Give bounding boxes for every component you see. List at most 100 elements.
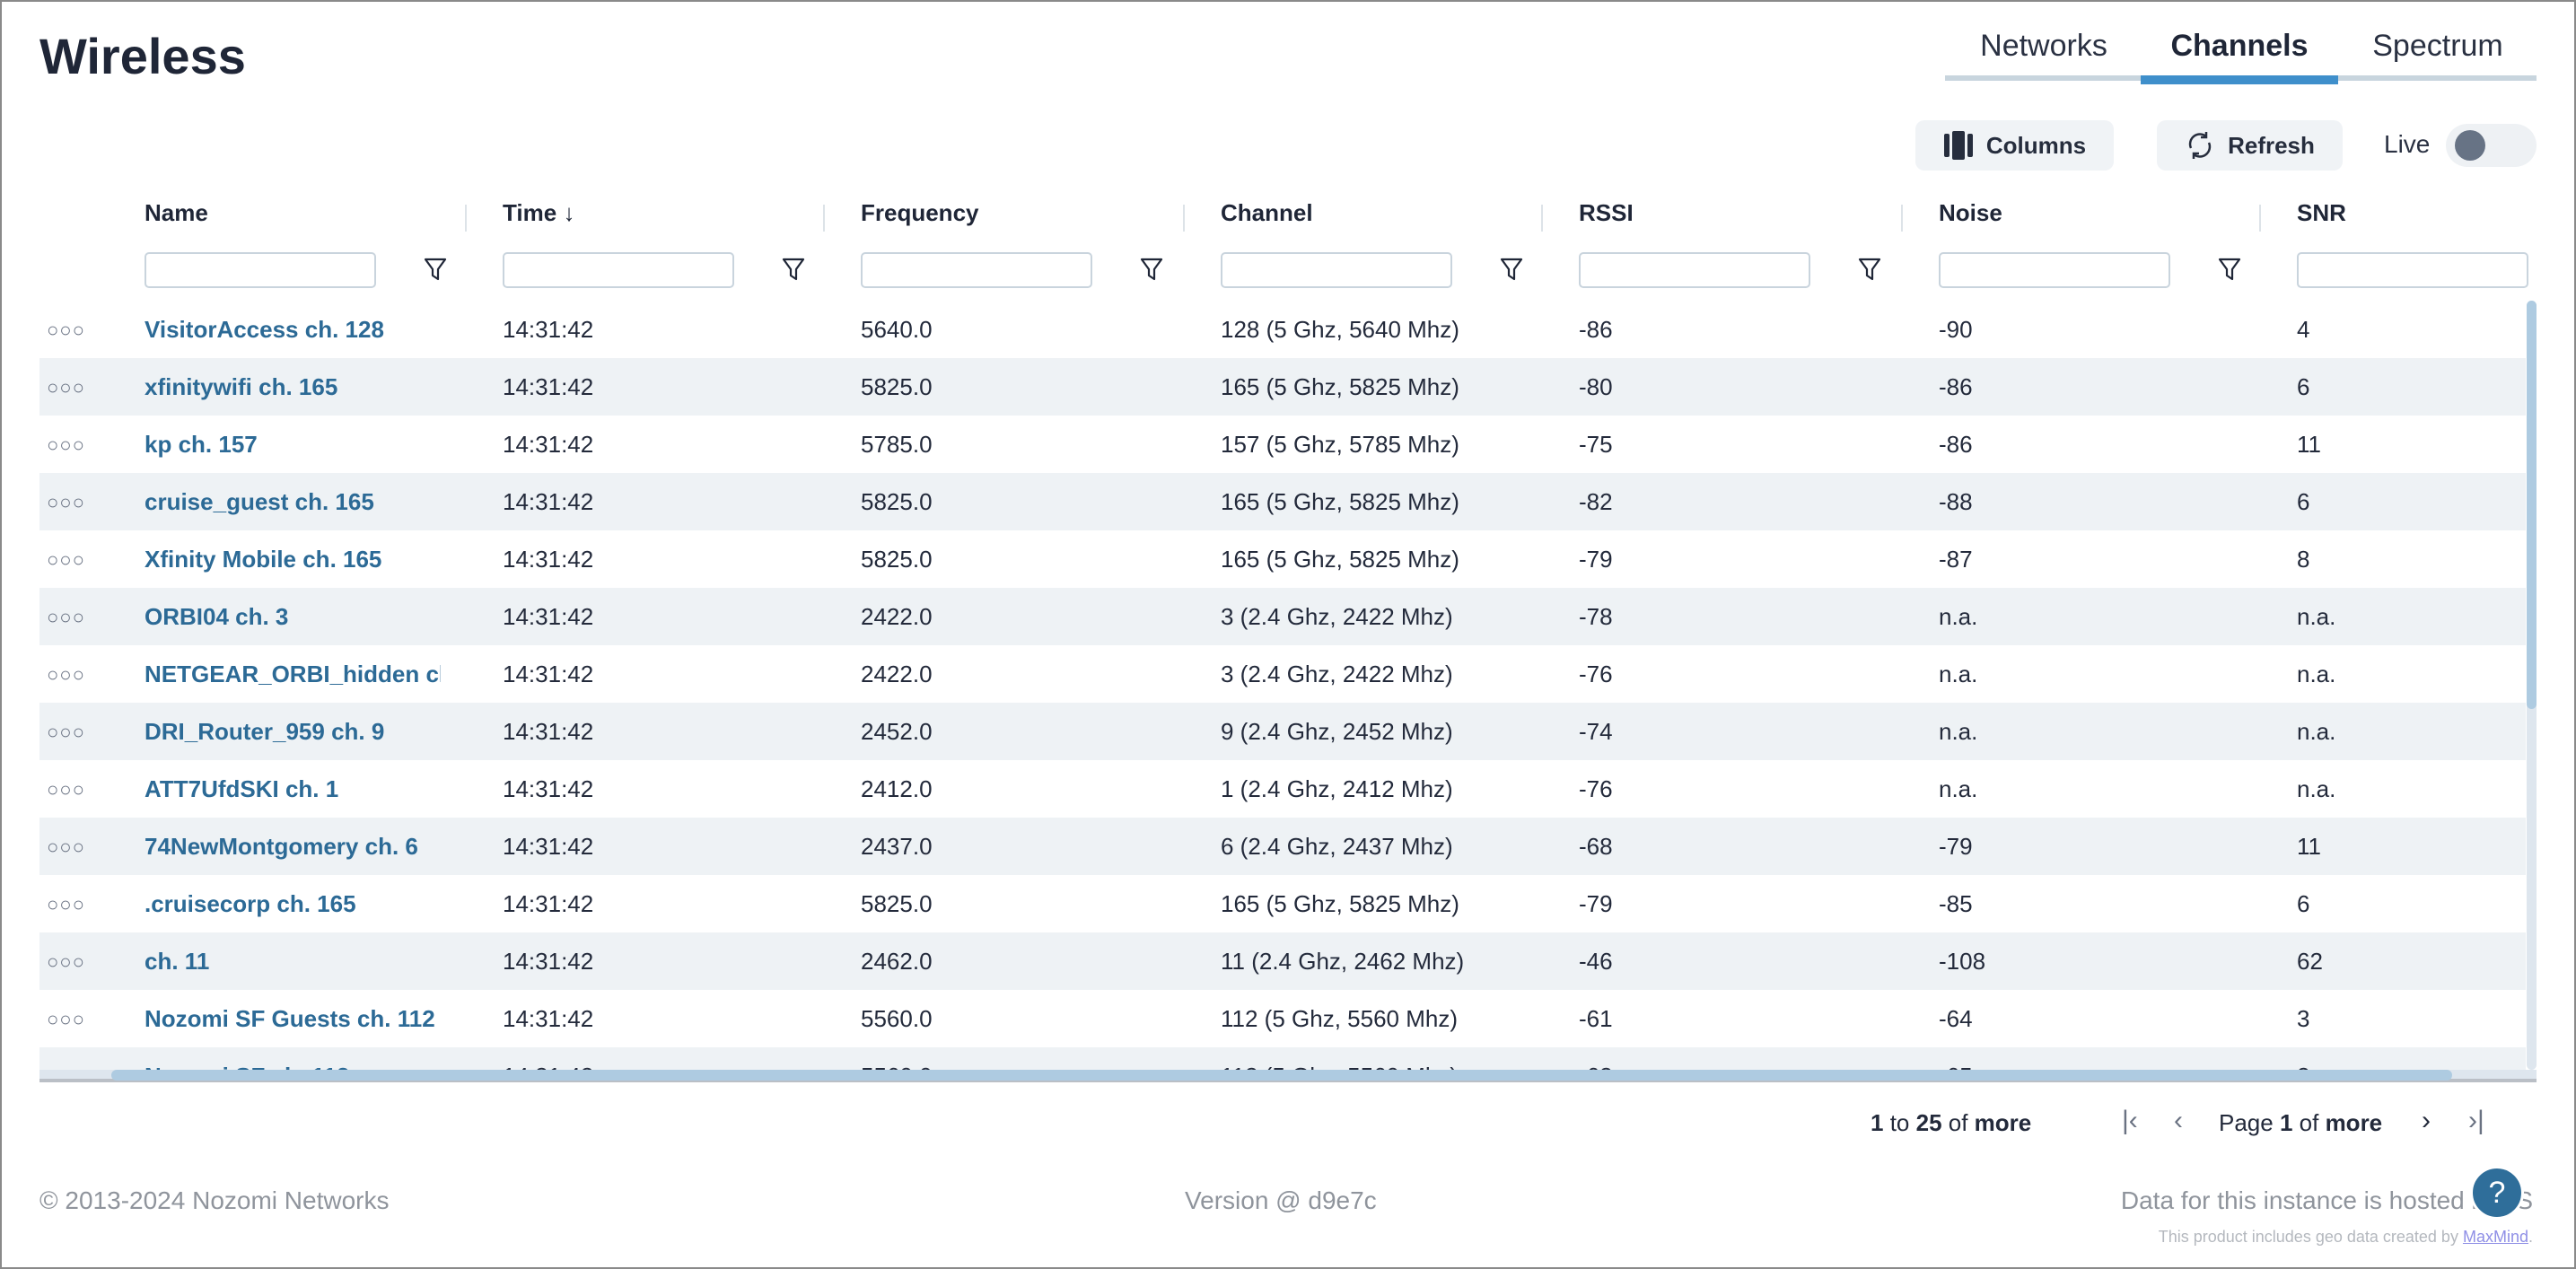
columns-button[interactable]: Columns bbox=[1915, 120, 2114, 171]
table-row[interactable]: ○○○ ch. 11 14:31:42 2462.0 11 (2.4 Ghz, 2462… bbox=[39, 932, 2526, 990]
row-actions-icon[interactable]: ○○○ bbox=[47, 606, 85, 629]
tab-channels[interactable]: Channels bbox=[2141, 29, 2338, 84]
cell-name[interactable]: ORBI04 ch. 3 bbox=[145, 603, 441, 631]
cell-name[interactable]: VisitorAccess ch. 128 bbox=[145, 316, 441, 344]
table-row[interactable]: ○○○ NETGEAR_ORBI_hidden ch. 3 14:31:42 2422… bbox=[39, 645, 2526, 703]
row-actions-icon[interactable]: ○○○ bbox=[47, 721, 85, 744]
filter-icon[interactable] bbox=[2218, 257, 2241, 282]
page-label: Page bbox=[2219, 1109, 2280, 1136]
row-actions-icon[interactable]: ○○○ bbox=[47, 778, 85, 801]
column-resize-handle[interactable] bbox=[1541, 205, 1543, 232]
filter-input-rssi[interactable] bbox=[1579, 252, 1810, 288]
cell-name[interactable]: DRI_Router_959 ch. 9 bbox=[145, 718, 441, 746]
cell-name[interactable]: Nozomi SF Guests ch. 112 bbox=[145, 1005, 441, 1033]
cell-snr: 6 bbox=[2297, 890, 2310, 917]
cell-name[interactable]: 74NewMontgomery ch. 6 bbox=[145, 833, 441, 861]
filter-icon[interactable] bbox=[782, 257, 805, 282]
filter-input-noise[interactable] bbox=[1939, 252, 2170, 288]
cell-channel: 9 (2.4 Ghz, 2452 Mhz) bbox=[1221, 718, 1453, 745]
maxmind-link[interactable]: MaxMind bbox=[2463, 1228, 2528, 1246]
filter-input-frequency[interactable] bbox=[861, 252, 1092, 288]
cell-channel: 165 (5 Ghz, 5825 Mhz) bbox=[1221, 488, 1459, 515]
table-row[interactable]: ○○○ xfinitywifi ch. 165 14:31:42 5825.0 165 … bbox=[39, 358, 2526, 416]
column-header-frequency[interactable]: Frequency bbox=[861, 199, 979, 227]
cell-frequency: 2462.0 bbox=[861, 948, 933, 975]
previous-page-button[interactable]: ‹ bbox=[2174, 1106, 2183, 1136]
refresh-icon bbox=[2188, 132, 2212, 159]
filter-input-channel[interactable] bbox=[1221, 252, 1452, 288]
filter-input-time[interactable] bbox=[503, 252, 734, 288]
row-actions-icon[interactable]: ○○○ bbox=[47, 376, 85, 399]
tab-networks[interactable]: Networks bbox=[1945, 29, 2142, 64]
table-row[interactable]: ○○○ Nozomi SF Guests ch. 112 14:31:42 5560.… bbox=[39, 990, 2526, 1047]
table-row[interactable]: ○○○ kp ch. 157 14:31:42 5785.0 157 (5 Ghz, 5… bbox=[39, 416, 2526, 473]
table-row[interactable]: ○○○ VisitorAccess ch. 128 14:31:42 5640.0 12… bbox=[39, 301, 2526, 358]
cell-time: 14:31:42 bbox=[503, 833, 594, 860]
filter-icon[interactable] bbox=[1500, 257, 1523, 282]
cell-name[interactable]: .cruisecorp ch. 165 bbox=[145, 890, 441, 918]
cell-name[interactable]: kp ch. 157 bbox=[145, 431, 441, 459]
column-resize-handle[interactable] bbox=[2259, 205, 2261, 232]
next-page-button[interactable]: › bbox=[2422, 1106, 2431, 1136]
column-resize-handle[interactable] bbox=[465, 205, 467, 232]
column-header-channel[interactable]: Channel bbox=[1221, 199, 1313, 227]
table-row[interactable]: ○○○ Xfinity Mobile ch. 165 14:31:42 5825.0 1… bbox=[39, 530, 2526, 588]
table-row[interactable]: ○○○ .cruisecorp ch. 165 14:31:42 5825.0 165 … bbox=[39, 875, 2526, 932]
cell-noise: -85 bbox=[1939, 890, 1973, 917]
horizontal-scroll-thumb[interactable] bbox=[111, 1070, 2452, 1081]
filter-input-snr[interactable] bbox=[2297, 252, 2528, 288]
cell-noise: n.a. bbox=[1939, 661, 1978, 687]
cell-snr: 8 bbox=[2297, 546, 2310, 573]
column-header-noise[interactable]: Noise bbox=[1939, 199, 2002, 227]
cell-snr: 6 bbox=[2297, 373, 2310, 400]
column-header-rssi[interactable]: RSSI bbox=[1579, 199, 1634, 227]
vertical-scrollbar[interactable] bbox=[2527, 301, 2537, 709]
cell-noise: -86 bbox=[1939, 373, 1973, 400]
table-row[interactable]: ○○○ cruise_guest ch. 165 14:31:42 5825.0 165… bbox=[39, 473, 2526, 530]
filter-icon[interactable] bbox=[1140, 257, 1163, 282]
row-actions-icon[interactable]: ○○○ bbox=[47, 836, 85, 859]
refresh-button[interactable]: Refresh bbox=[2157, 120, 2343, 171]
column-resize-handle[interactable] bbox=[823, 205, 825, 232]
table-row[interactable]: ○○○ DRI_Router_959 ch. 9 14:31:42 2452.0 9 (… bbox=[39, 703, 2526, 760]
range-of-label: of bbox=[1941, 1109, 1975, 1136]
cell-rssi: -82 bbox=[1579, 488, 1613, 515]
table-row[interactable]: ○○○ ORBI04 ch. 3 14:31:42 2422.0 3 (2.4 Ghz,… bbox=[39, 588, 2526, 645]
horizontal-scrollbar[interactable] bbox=[39, 1070, 2537, 1082]
cell-name[interactable]: Xfinity Mobile ch. 165 bbox=[145, 546, 441, 573]
filter-icon[interactable] bbox=[424, 257, 447, 282]
tab-spectrum[interactable]: Spectrum bbox=[2339, 29, 2537, 64]
table-row[interactable]: ○○○ 74NewMontgomery ch. 6 14:31:42 2437.0 6 … bbox=[39, 818, 2526, 875]
row-actions-icon[interactable]: ○○○ bbox=[47, 1008, 85, 1031]
cell-channel: 165 (5 Ghz, 5825 Mhz) bbox=[1221, 546, 1459, 573]
row-actions-icon[interactable]: ○○○ bbox=[47, 548, 85, 572]
cell-name[interactable]: ch. 11 bbox=[145, 948, 441, 976]
row-actions-icon[interactable]: ○○○ bbox=[47, 491, 85, 514]
last-page-button[interactable]: ›| bbox=[2468, 1106, 2484, 1136]
cell-frequency: 5560.0 bbox=[861, 1005, 933, 1032]
cell-name[interactable]: ATT7UfdSKI ch. 1 bbox=[145, 775, 441, 803]
cell-rssi: -76 bbox=[1579, 661, 1613, 687]
column-resize-handle[interactable] bbox=[1183, 205, 1185, 232]
cell-time: 14:31:42 bbox=[503, 948, 594, 975]
help-button[interactable]: ? bbox=[2470, 1166, 2524, 1220]
live-toggle[interactable] bbox=[2446, 124, 2537, 167]
row-actions-icon[interactable]: ○○○ bbox=[47, 893, 85, 916]
filter-input-name[interactable] bbox=[145, 252, 376, 288]
column-header-snr[interactable]: SNR bbox=[2297, 199, 2346, 227]
cell-name[interactable]: xfinitywifi ch. 165 bbox=[145, 373, 441, 401]
table-row[interactable]: ○○○ ATT7UfdSKI ch. 1 14:31:42 2412.0 1 (2.4 … bbox=[39, 760, 2526, 818]
row-actions-icon[interactable]: ○○○ bbox=[47, 663, 85, 687]
filter-icon[interactable] bbox=[1858, 257, 1881, 282]
cell-frequency: 2452.0 bbox=[861, 718, 933, 745]
row-actions-icon[interactable]: ○○○ bbox=[47, 319, 85, 342]
first-page-button[interactable]: |‹ bbox=[2122, 1106, 2138, 1136]
cell-frequency: 5825.0 bbox=[861, 488, 933, 515]
cell-name[interactable]: cruise_guest ch. 165 bbox=[145, 488, 441, 516]
row-actions-icon[interactable]: ○○○ bbox=[47, 433, 85, 457]
column-resize-handle[interactable] bbox=[1901, 205, 1903, 232]
column-header-name[interactable]: Name bbox=[145, 199, 208, 227]
cell-name[interactable]: NETGEAR_ORBI_hidden ch. 3 bbox=[145, 661, 441, 688]
column-header-time[interactable]: Time ↓ bbox=[503, 199, 574, 227]
row-actions-icon[interactable]: ○○○ bbox=[47, 950, 85, 974]
